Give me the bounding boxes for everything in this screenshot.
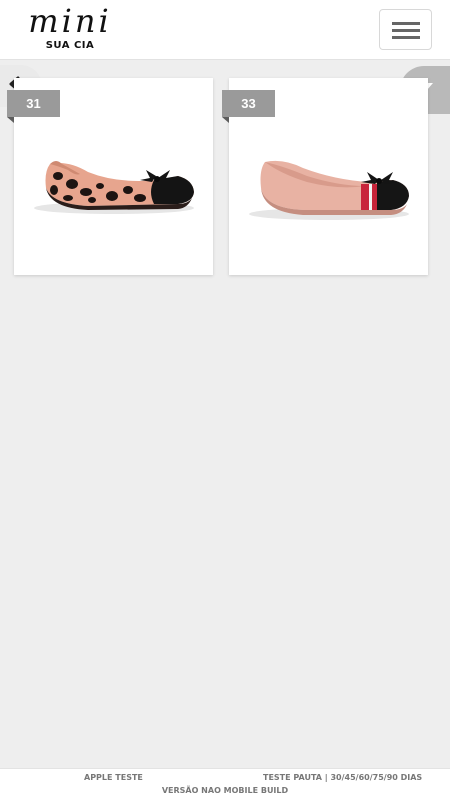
product-image-pink-flat: [249, 160, 409, 220]
hamburger-icon: [392, 22, 420, 25]
logo-wordmark: mini: [28, 2, 112, 40]
app-header: mini SUA CIA: [0, 0, 450, 60]
product-card[interactable]: 33: [222, 78, 428, 275]
product-card[interactable]: 31: [7, 78, 213, 275]
size-tag: 33: [222, 90, 275, 123]
footer-build-text: VERSÃO NAO MOBILE BUILD: [161, 786, 289, 795]
brand-logo[interactable]: mini SUA CIA: [20, 4, 120, 56]
logo-subtitle: SUA CIA: [45, 40, 95, 51]
app-footer: APPLE TESTE TESTE PAUTA | 30/45/60/75/90…: [0, 768, 450, 800]
footer-left-text: APPLE TESTE: [84, 773, 143, 782]
product-image-leopard-flat: [34, 161, 194, 214]
size-tag: 31: [7, 90, 60, 123]
menu-button[interactable]: [379, 9, 432, 50]
hamburger-icon-line: [392, 29, 420, 32]
hamburger-icon-line: [392, 36, 420, 39]
footer-right-text: TESTE PAUTA | 30/45/60/75/90 DIAS: [263, 773, 423, 782]
